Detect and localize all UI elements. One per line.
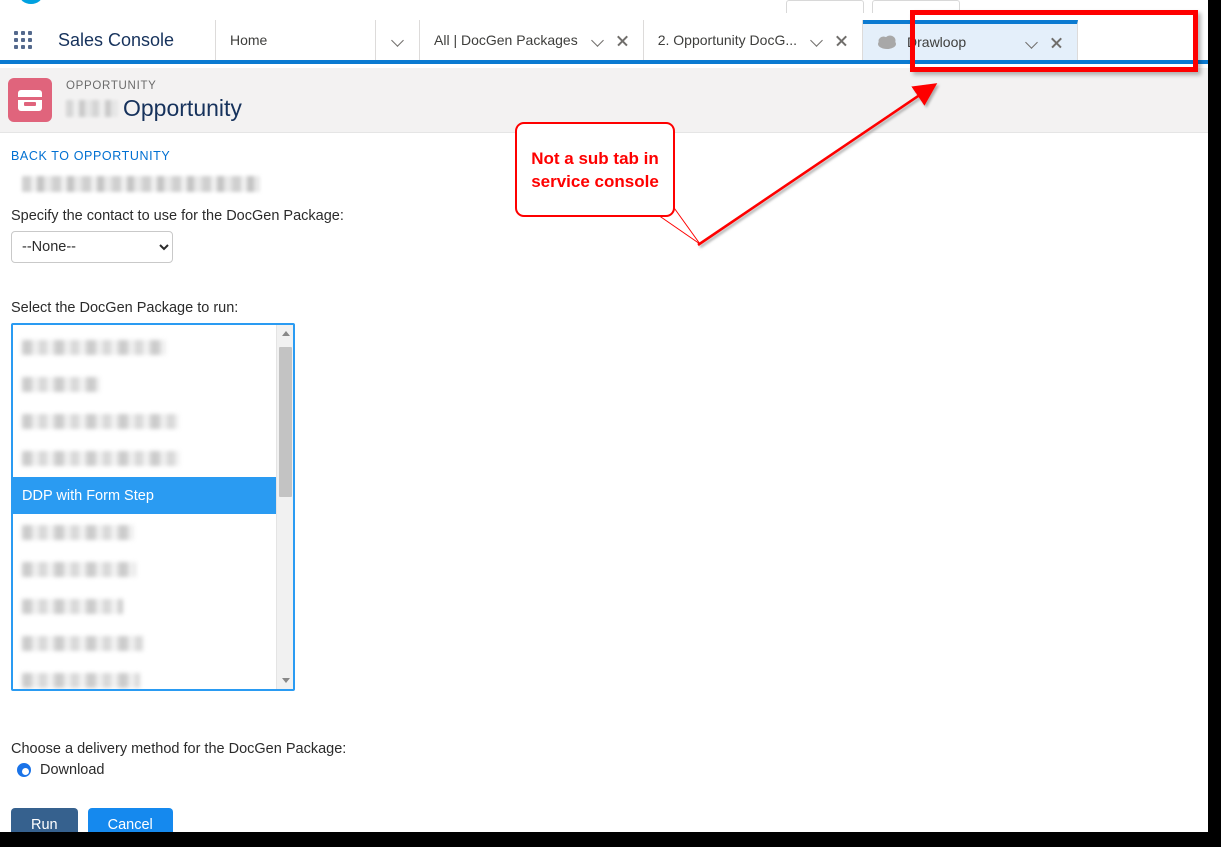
tab-controls <box>811 34 848 47</box>
chevron-down-icon[interactable] <box>1026 36 1038 48</box>
back-to-opportunity-link[interactable]: BACK TO OPPORTUNITY <box>11 149 170 163</box>
scroll-up-arrow[interactable] <box>277 325 293 342</box>
list-item[interactable] <box>13 440 276 477</box>
list-item[interactable] <box>13 588 276 625</box>
list-item[interactable] <box>13 329 276 366</box>
app-name-label: Sales Console <box>58 29 175 50</box>
cloud-icon <box>877 35 897 49</box>
console-tab-drawloop[interactable]: Drawloop <box>863 20 1079 60</box>
browser-top-strip <box>0 0 1208 20</box>
browser-ghost-tab-1[interactable] <box>786 0 864 13</box>
list-item[interactable] <box>13 662 276 689</box>
chevron-down-icon[interactable] <box>592 34 604 46</box>
list-item-label: DDP with Form Step <box>22 487 154 504</box>
close-icon[interactable] <box>835 34 848 47</box>
redacted-breadcrumb-text <box>22 176 260 192</box>
close-icon[interactable] <box>616 34 629 47</box>
chevron-down-icon <box>392 34 404 46</box>
console-tab-drawloop-label: Drawloop <box>907 34 967 50</box>
record-icon-wrap <box>0 78 56 122</box>
tab-controls <box>592 34 629 47</box>
scrollbar-thumb[interactable] <box>279 347 292 497</box>
download-radio-label[interactable]: Download <box>40 762 105 778</box>
console-tab-home-label: Home <box>230 32 268 48</box>
record-object-type: OPPORTUNITY <box>66 80 157 92</box>
list-item-selected[interactable]: DDP with Form Step <box>13 477 276 514</box>
console-tab-home[interactable]: Home <box>216 20 376 60</box>
contact-select[interactable]: --None-- <box>11 231 173 263</box>
page-title-text: Opportunity <box>123 95 242 121</box>
console-tab-opportunity-docgen-label: 2. Opportunity DocG... <box>657 32 798 48</box>
console-tab-bar: Sales Console Home All | DocGen Packages… <box>0 20 1208 64</box>
salesforce-cloud-logo <box>21 0 41 4</box>
main-content: BACK TO OPPORTUNITY Specify the contact … <box>0 134 1208 832</box>
package-field-label: Select the DocGen Package to run: <box>11 300 239 316</box>
console-tab-all-docgen-packages-label: All | DocGen Packages <box>434 32 578 48</box>
record-header: OPPORTUNITY Opportunity <box>0 68 1208 133</box>
list-item[interactable] <box>13 625 276 662</box>
list-item[interactable] <box>13 514 276 551</box>
app-launcher-grid-icon <box>14 31 32 49</box>
docgen-package-listbox[interactable]: DDP with Form Step <box>11 323 295 691</box>
browser-ghost-tab-2[interactable] <box>872 0 960 13</box>
console-tab-all-docgen-packages[interactable]: All | DocGen Packages <box>420 20 644 60</box>
close-icon[interactable] <box>1050 36 1063 49</box>
cancel-button[interactable]: Cancel <box>87 808 173 832</box>
screenshot-root: Sales Console Home All | DocGen Packages… <box>0 0 1221 847</box>
record-header-texts: OPPORTUNITY Opportunity <box>56 78 242 122</box>
delivery-method-radio-group: Download <box>11 762 1208 778</box>
page-canvas: Sales Console Home All | DocGen Packages… <box>0 0 1208 832</box>
download-radio[interactable] <box>17 763 31 777</box>
console-tab-home-dropdown[interactable] <box>376 20 420 60</box>
app-name[interactable]: Sales Console <box>46 20 216 60</box>
opportunity-icon <box>8 78 52 122</box>
action-buttons: Run Cancel <box>11 808 1208 832</box>
page-title: Opportunity <box>66 94 242 122</box>
list-item[interactable] <box>13 366 276 403</box>
app-launcher-button[interactable] <box>0 20 46 60</box>
list-item[interactable] <box>13 551 276 588</box>
chevron-down-icon[interactable] <box>811 34 823 46</box>
delivery-method-label: Choose a delivery method for the DocGen … <box>11 741 347 757</box>
contact-field-label: Specify the contact to use for the DocGe… <box>11 208 344 224</box>
tab-controls <box>1026 36 1063 49</box>
docgen-package-options: DDP with Form Step <box>13 325 276 689</box>
scroll-down-arrow[interactable] <box>277 672 293 689</box>
console-tab-opportunity-docgen[interactable]: 2. Opportunity DocG... <box>643 20 864 60</box>
list-item[interactable] <box>13 403 276 440</box>
run-button[interactable]: Run <box>11 808 78 832</box>
listbox-scrollbar[interactable] <box>276 325 293 689</box>
redacted-record-name <box>66 99 118 117</box>
